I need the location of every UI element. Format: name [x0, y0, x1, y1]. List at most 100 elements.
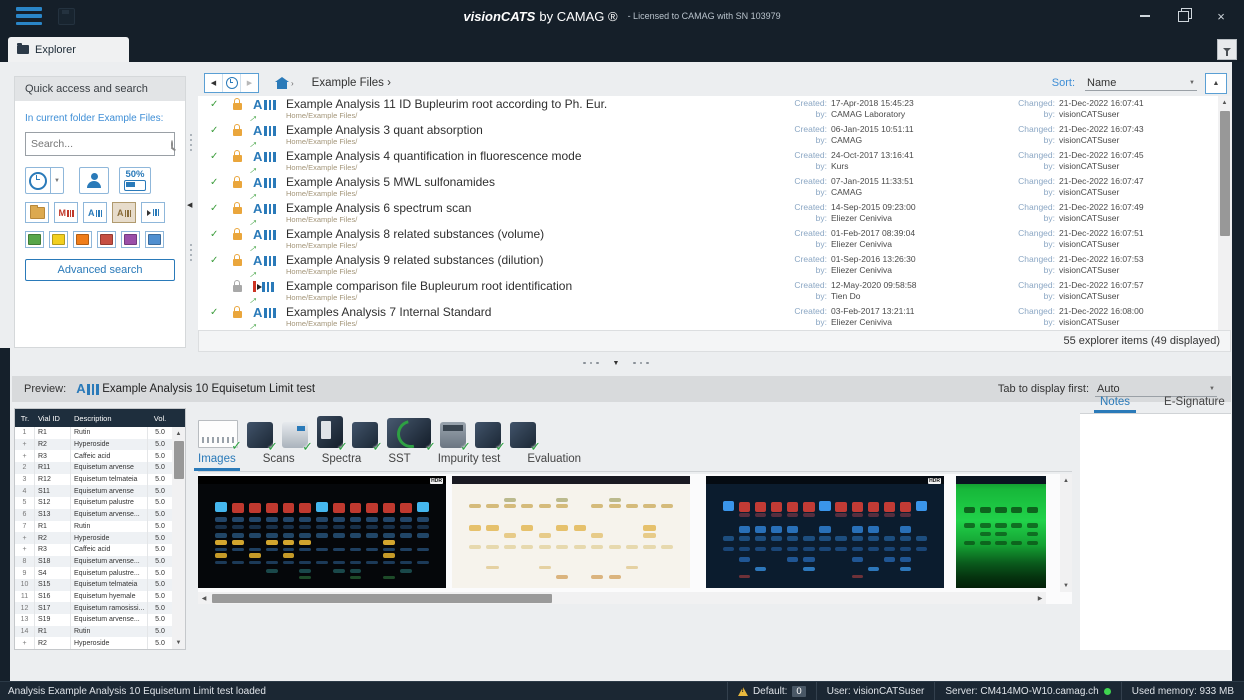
instrument-icon-immersion-device[interactable]: ✓: [440, 422, 471, 454]
advanced-search-button[interactable]: Advanced search: [25, 259, 175, 281]
collapse-left-icon[interactable]: ◀: [187, 201, 192, 209]
tab-images[interactable]: Images: [194, 453, 240, 471]
back-button[interactable]: ◀: [205, 74, 222, 92]
history-dropdown-button[interactable]: ▼: [51, 167, 64, 194]
filter-folders-button[interactable]: [25, 202, 49, 223]
breadcrumb[interactable]: Example Files ›: [312, 77, 391, 89]
restore-button[interactable]: [1164, 0, 1202, 32]
color-filter-button[interactable]: [73, 231, 92, 248]
search-input[interactable]: [26, 138, 171, 150]
color-filter-button[interactable]: [97, 231, 116, 248]
filter-archived-button[interactable]: A: [112, 202, 136, 223]
instrument-icon-scanner[interactable]: ✓: [475, 422, 506, 454]
plate-image-white-light[interactable]: [452, 476, 690, 588]
minimize-button[interactable]: [1126, 0, 1164, 32]
explorer-item[interactable]: ✓ A → Example Analysis 11 ID Bupleurim root…: [198, 96, 1231, 126]
table-row[interactable]: 14 R1 Rutin 5.0: [15, 625, 185, 638]
notes-content[interactable]: [1080, 414, 1231, 650]
instrument-icon-plate-heater[interactable]: ✓: [282, 422, 313, 454]
history-button[interactable]: [25, 167, 51, 194]
scroll-right-icon[interactable]: ▶: [1034, 592, 1046, 604]
table-row[interactable]: + R3 Caffeic acid 5.0: [15, 543, 185, 556]
instrument-icon-derivatizer[interactable]: ✓: [352, 422, 383, 454]
table-row[interactable]: 1 R1 Rutin 5.0: [15, 427, 185, 439]
navigation-history-button[interactable]: [222, 74, 240, 92]
explorer-item[interactable]: ✓ A → Example Analysis 8 related substances…: [198, 226, 1231, 256]
tab-sst[interactable]: SST: [388, 453, 410, 471]
table-row[interactable]: 10 S15 Equisetum telmateia 5.0: [15, 578, 185, 591]
user-group[interactable]: User: visionCATSuser: [815, 682, 935, 700]
table-row[interactable]: 6 S13 Equisetum arvense... 5.0: [15, 508, 185, 521]
plate-image-254nm[interactable]: [956, 476, 1046, 588]
table-row[interactable]: 5 S12 Equisetum palustre 5.0: [15, 497, 185, 509]
tab-explorer[interactable]: Explorer: [8, 37, 129, 62]
explorer-item[interactable]: ✓ A → Example Analysis 3 quant absorption Ho…: [198, 122, 1231, 152]
explorer-item[interactable]: ✓ A → Example Analysis 5 MWL sulfonamides Ho…: [198, 174, 1231, 204]
plate-image-366nm[interactable]: HDR: [706, 476, 944, 588]
table-row[interactable]: + R3 Caffeic acid 5.0: [15, 450, 185, 463]
images-vertical-scrollbar[interactable]: ▲ ▼: [1060, 474, 1072, 592]
scrollbar-thumb[interactable]: [212, 593, 552, 603]
table-row[interactable]: 3 R12 Equisetum telmateia 5.0: [15, 473, 185, 486]
table-row[interactable]: + R2 Hyperoside 5.0: [15, 637, 185, 650]
sort-direction-button[interactable]: ▲: [1205, 72, 1227, 94]
zoom-toggle-button[interactable]: 50%: [119, 167, 151, 194]
table-row[interactable]: 7 R1 Rutin 5.0: [15, 520, 185, 533]
scrollbar-thumb[interactable]: [173, 441, 184, 479]
tab-scans[interactable]: Scans: [263, 453, 295, 471]
filter-analyses-button[interactable]: A: [83, 202, 107, 223]
color-filter-button[interactable]: [121, 231, 140, 248]
side-tab-e-signature[interactable]: E-Signature: [1164, 396, 1225, 413]
scroll-up-icon[interactable]: ▲: [1060, 474, 1072, 487]
table-row[interactable]: 13 S19 Equisetum arvense... 5.0: [15, 614, 185, 626]
table-row[interactable]: 9 S4 Equisetum palustre... 5.0: [15, 567, 185, 579]
scrollbar-thumb[interactable]: [1219, 111, 1230, 236]
tab-filter-button[interactable]: [1217, 39, 1237, 60]
sort-select[interactable]: Name ▼: [1085, 76, 1197, 91]
scroll-up-icon[interactable]: ▲: [1218, 96, 1231, 109]
table-row[interactable]: 4 S11 Equisetum arvense 5.0: [15, 485, 185, 498]
filter-methods-button[interactable]: M: [54, 202, 78, 223]
home-button[interactable]: ›: [275, 76, 294, 89]
instrument-icon-plate-layout[interactable]: ✓: [198, 420, 242, 453]
forward-button[interactable]: ▶: [240, 74, 258, 92]
scroll-left-icon[interactable]: ◀: [198, 592, 210, 604]
plate-image-366nm-derivatized[interactable]: HDR: [198, 476, 446, 588]
sample-table-scrollbar[interactable]: ▲ ▼: [172, 427, 185, 649]
color-filter-button[interactable]: [145, 231, 164, 248]
color-filter-button[interactable]: [25, 231, 44, 248]
side-tab-notes[interactable]: Notes: [1093, 396, 1137, 413]
table-row[interactable]: 11 S16 Equisetum hyemale 5.0: [15, 590, 185, 603]
table-row[interactable]: 8 S18 Equisetum arvense... 5.0: [15, 555, 185, 568]
scroll-up-icon[interactable]: ▲: [172, 427, 185, 440]
table-row[interactable]: 2 R11 Equisetum arvense 5.0: [15, 462, 185, 474]
explorer-item[interactable]: ✓ A → Examples Analysis 7 Internal Standard…: [198, 304, 1231, 330]
default-printer-group[interactable]: Default: 0: [726, 682, 816, 700]
explorer-item[interactable]: → Example comparison file Bupleurum root …: [198, 278, 1231, 308]
images-horizontal-scrollbar[interactable]: ◀ ▶: [198, 592, 1046, 604]
instrument-icon-documentation[interactable]: ✓: [510, 422, 541, 454]
table-row[interactable]: + R2 Hyperoside 5.0: [15, 532, 185, 544]
close-button[interactable]: ×: [1202, 0, 1240, 32]
instrument-icon-visualizer[interactable]: ✓: [387, 418, 436, 454]
tab-evaluation[interactable]: Evaluation: [527, 453, 581, 471]
server-group[interactable]: Server: CM414MO-W10.camag.ch: [934, 682, 1120, 700]
explorer-item[interactable]: ✓ A → Example Analysis 9 related substances…: [198, 252, 1231, 282]
my-files-button[interactable]: [79, 167, 109, 194]
tab-impurity-test[interactable]: Impurity test: [438, 453, 501, 471]
color-filter-button[interactable]: [49, 231, 68, 248]
instrument-icon-sample-application[interactable]: ✓: [247, 422, 278, 454]
vertical-splitter[interactable]: ◀: [186, 76, 198, 348]
instrument-icon-development-tower[interactable]: ✓: [317, 416, 348, 454]
table-row[interactable]: 12 S17 Equisetum ramosissi... 5.0: [15, 602, 185, 614]
filter-comparisons-button[interactable]: [141, 202, 165, 223]
collapse-down-icon[interactable]: ▼: [613, 360, 620, 367]
explorer-item[interactable]: ✓ A → Example Analysis 6 spectrum scan Home/…: [198, 200, 1231, 230]
scroll-down-icon[interactable]: ▼: [172, 636, 185, 649]
table-row[interactable]: + R2 Hyperoside 5.0: [15, 438, 185, 451]
explorer-item[interactable]: ✓ A → Example Analysis 4 quantification in …: [198, 148, 1231, 178]
scroll-down-icon[interactable]: ▼: [1060, 579, 1072, 592]
horizontal-splitter[interactable]: ▼: [0, 355, 1232, 371]
tab-spectra[interactable]: Spectra: [322, 453, 362, 471]
explorer-scrollbar[interactable]: ▲: [1218, 96, 1231, 330]
